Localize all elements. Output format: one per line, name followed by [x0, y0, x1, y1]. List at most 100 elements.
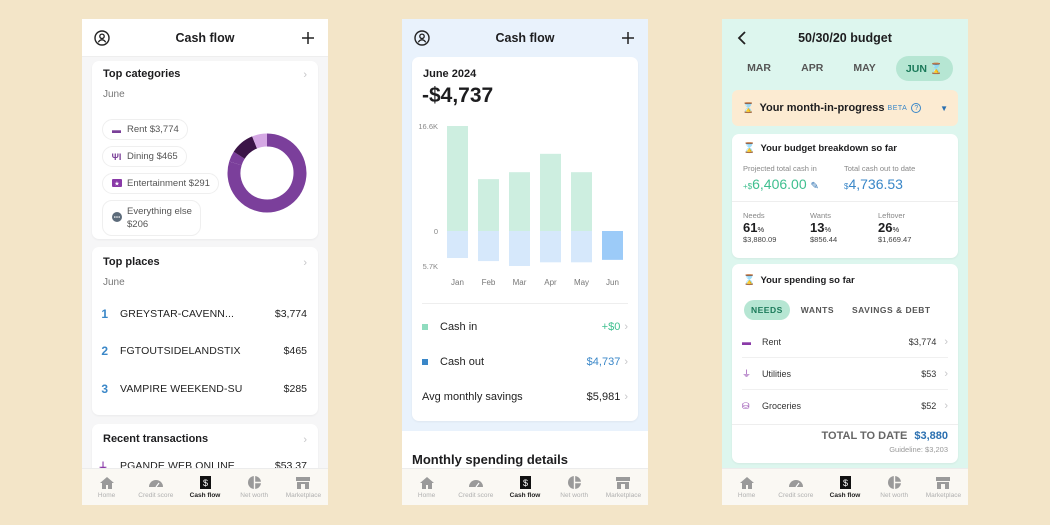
spending-row-rent[interactable]: ▬ Rent $3,774 › [742, 326, 948, 358]
profile-icon[interactable] [413, 29, 431, 47]
svg-text:$: $ [842, 478, 847, 488]
chevron-right-icon: › [624, 356, 628, 368]
top-categories-card[interactable]: Top categories › June ▬ Rent $3,774 ΨΙ D… [92, 61, 318, 239]
currency-prefix: +$ [743, 182, 753, 191]
tab-net-worth[interactable]: Net worth [550, 469, 599, 505]
card-title-text: Your budget breakdown so far [760, 143, 897, 154]
bar-cash-out-apr[interactable] [540, 231, 561, 263]
stat-amount: $3,880.09 [743, 235, 777, 244]
category-donut-chart [227, 133, 307, 213]
month-tab-active[interactable]: JUN ⌛ [895, 55, 953, 81]
place-rank: 3 [101, 382, 108, 396]
edit-pencil-icon[interactable]: ✎ [811, 181, 819, 192]
top-bar: Cash flow [82, 19, 328, 57]
bar-cash-in-may[interactable] [571, 172, 592, 231]
projected-value: 6,406.00 [752, 176, 807, 192]
chevron-right-icon[interactable]: › [303, 434, 307, 446]
tab-savings-debt[interactable]: SAVINGS & DEBT [845, 300, 938, 320]
place-name: VAMPIRE WEEKEND-SU [120, 383, 243, 395]
tab-label: Home [737, 491, 756, 499]
card-title: ⌛ Your spending so far [743, 275, 855, 286]
place-name: GREYSTAR-CAVENN... [120, 308, 235, 320]
donut-slice-dining [233, 136, 258, 160]
tab-cash-flow[interactable]: $ Cash flow [820, 469, 869, 505]
month-tab[interactable]: MAY [843, 56, 885, 80]
card-title: Top categories [103, 68, 181, 80]
hourglass-icon: ⌛ [743, 143, 756, 154]
profile-icon[interactable] [93, 29, 111, 47]
cash-in-row[interactable]: Cash in +$0 › [422, 321, 628, 333]
page-title: Cash flow [175, 30, 235, 45]
tab-credit-score[interactable]: Credit score [131, 469, 180, 505]
tab-marketplace[interactable]: Marketplace [279, 469, 328, 505]
month-tab[interactable]: APR [791, 56, 833, 80]
stat-percent: 26% [878, 220, 900, 235]
tab-label: Credit score [778, 491, 814, 499]
tab-marketplace[interactable]: Marketplace [599, 469, 648, 505]
stat-percent-value: 26 [878, 220, 893, 235]
place-name: FGTOUTSIDELANDSTIX [120, 345, 241, 357]
stat-label: Needs [743, 211, 765, 220]
tab-label: Net worth [240, 491, 269, 499]
category-pill-everything-else[interactable]: Everything else $206 [102, 200, 201, 236]
back-icon[interactable] [733, 29, 751, 47]
bar-cash-in-apr[interactable] [540, 153, 561, 231]
top-bar: 50/30/20 budget [722, 19, 968, 57]
hourglass-icon: ⌛ [929, 62, 943, 75]
bar-cash-out-mar[interactable] [509, 231, 530, 266]
projected-cash-in[interactable]: +$6,406.00 ✎ [743, 176, 819, 192]
tab-net-worth[interactable]: Net worth [230, 469, 279, 505]
plus-icon[interactable] [299, 29, 317, 47]
category-pill-rent[interactable]: ▬ Rent $3,774 [102, 119, 188, 140]
spending-row-utilities[interactable]: ⏚ Utilities $53 › [742, 358, 948, 390]
help-icon[interactable]: ? [911, 103, 922, 113]
stat-amount: $1,669.47 [878, 235, 912, 244]
tab-credit-score[interactable]: Credit score [771, 469, 820, 505]
caret-down-icon: ▼ [940, 103, 948, 113]
divider [422, 303, 628, 304]
cash-out-row[interactable]: Cash out $4,737 › [422, 356, 628, 368]
tab-label: Marketplace [285, 491, 322, 499]
bar-cash-out-feb[interactable] [478, 231, 499, 262]
tab-marketplace[interactable]: Marketplace [919, 469, 968, 505]
bar-cash-out-may[interactable] [571, 231, 592, 263]
tab-home[interactable]: Home [402, 469, 451, 505]
tab-cash-flow[interactable]: $ Cash flow [180, 469, 229, 505]
tab-label: Marketplace [605, 491, 642, 499]
bed-icon: ▬ [742, 336, 751, 347]
spending-row-groceries[interactable]: ⛁ Groceries $52 › [742, 390, 948, 422]
tab-home[interactable]: Home [82, 469, 131, 505]
pill-label: Dining $465 [127, 151, 178, 162]
tab-credit-score[interactable]: Credit score [451, 469, 500, 505]
period-label: June [103, 277, 125, 288]
avg-savings-row[interactable]: Avg monthly savings $5,981 › [422, 391, 628, 403]
chevron-right-icon[interactable]: › [303, 69, 307, 81]
place-row[interactable]: 2 FGTOUTSIDELANDSTIX $465 [92, 344, 318, 358]
top-places-card[interactable]: Top places › June 1 GREYSTAR-CAVENN... $… [92, 247, 318, 415]
bar-cash-in-mar[interactable] [509, 172, 530, 231]
period-label: June [103, 89, 125, 100]
pill-label: Rent $3,774 [127, 124, 179, 135]
tab-cash-flow[interactable]: $ Cash flow [500, 469, 549, 505]
place-row[interactable]: 1 GREYSTAR-CAVENN... $3,774 [92, 307, 318, 321]
bar-cash-in-jan[interactable] [447, 126, 468, 231]
total-cash-out: $4,736.53 [844, 176, 903, 192]
bar-cash-out-jun[interactable] [602, 231, 623, 260]
category-pill-dining[interactable]: ΨΙ Dining $465 [102, 146, 187, 167]
month-tab[interactable]: MAR [737, 56, 781, 80]
tab-net-worth[interactable]: Net worth [870, 469, 919, 505]
place-row[interactable]: 3 VAMPIRE WEEKEND-SU $285 [92, 382, 318, 396]
plus-icon[interactable] [619, 29, 637, 47]
category-pill-entertainment[interactable]: ★ Entertainment $291 [102, 173, 219, 194]
tab-wants[interactable]: WANTS [794, 300, 841, 320]
tab-home[interactable]: Home [722, 469, 771, 505]
bar-cash-in-feb[interactable] [478, 179, 499, 231]
tab-label: Home [417, 491, 436, 499]
chevron-right-icon[interactable]: › [303, 257, 307, 269]
cash-out-value: $4,737 [586, 356, 621, 368]
wants-stat: Wants 13% $856.44 [810, 211, 837, 244]
bar-cash-out-jan[interactable] [447, 231, 468, 259]
tab-needs[interactable]: NEEDS [744, 300, 790, 320]
x-tick-label: Jun [606, 278, 619, 287]
month-in-progress-toggle[interactable]: ⌛ Your month-in-progress BETA ? ▼ [732, 90, 958, 126]
